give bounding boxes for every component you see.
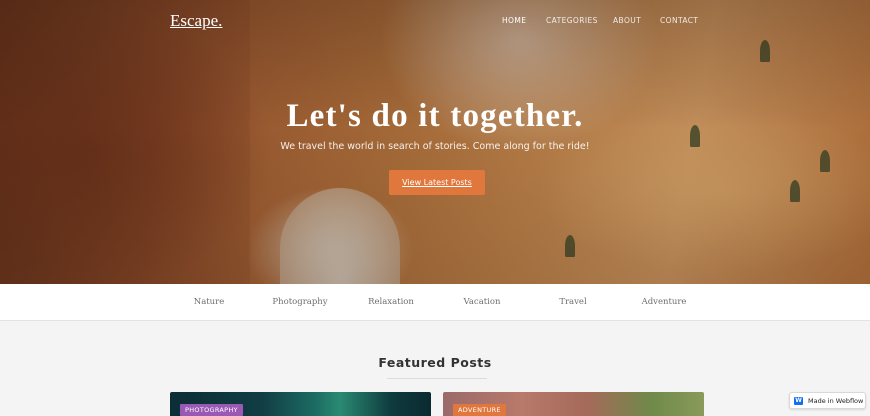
nav-item-contact[interactable]: CONTACT (660, 16, 698, 25)
hero-headline: Let's do it together. (286, 98, 584, 134)
nav-item-home[interactable]: HOME (502, 16, 526, 25)
nav-item-about[interactable]: ABOUT (613, 16, 641, 25)
category-link-adventure[interactable]: Adventure (642, 297, 687, 307)
category-link-vacation[interactable]: Vacation (464, 297, 501, 307)
category-link-travel[interactable]: Travel (559, 297, 586, 307)
featured-posts-heading: Featured Posts (378, 355, 492, 370)
category-link-nature[interactable]: Nature (194, 297, 225, 307)
webflow-icon: W (794, 397, 803, 405)
category-tag-photography[interactable]: PHOTOGRAPHY (180, 404, 243, 416)
category-link-relaxation[interactable]: Relaxation (368, 297, 414, 307)
featured-post-card[interactable]: ADVENTURE (443, 392, 704, 416)
featured-divider (387, 378, 487, 379)
category-tag-adventure[interactable]: ADVENTURE (453, 404, 506, 416)
hero-subheadline: We travel the world in search of stories… (280, 141, 590, 152)
webflow-badge-label: Made in Webflow (808, 396, 864, 405)
nav-item-categories[interactable]: CATEGORIES (546, 16, 598, 25)
category-bar: Nature Photography Relaxation Vacation T… (0, 284, 870, 321)
hero-section: Escape. HOME CATEGORIES ABOUT CONTACT Le… (0, 0, 870, 284)
featured-post-card[interactable]: PHOTOGRAPHY (170, 392, 431, 416)
brand-logo[interactable]: Escape. (170, 11, 222, 31)
made-in-webflow-badge[interactable]: W Made in Webflow (789, 392, 866, 409)
view-latest-posts-button[interactable]: View Latest Posts (389, 170, 485, 195)
category-link-photography[interactable]: Photography (272, 297, 327, 307)
